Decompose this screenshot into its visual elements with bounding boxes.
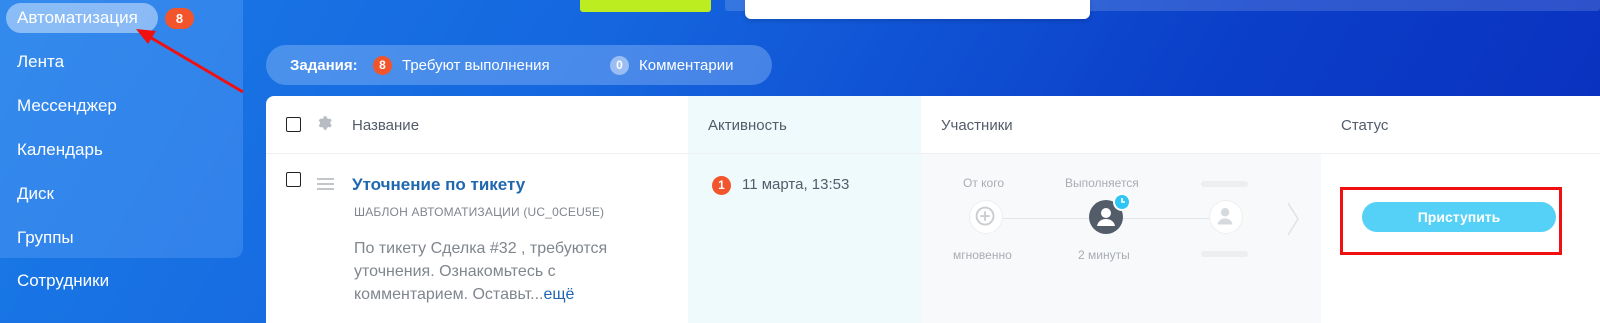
executing-time: 2 минуты <box>1078 248 1130 262</box>
automation-avatar <box>969 200 1003 234</box>
task-template-label: ШАБЛОН АВТОМАТИЗАЦИИ (UC_0CEU5E) <box>354 205 605 219</box>
sidebar-item-disk[interactable]: Диск <box>17 184 54 204</box>
robot-icon <box>975 206 995 226</box>
sidebar-item-groups[interactable]: Группы <box>17 228 74 248</box>
comments-link[interactable]: Комментарии <box>639 57 733 74</box>
select-all-checkbox[interactable] <box>286 117 301 132</box>
divider <box>266 153 1600 154</box>
clock-icon <box>1113 193 1131 211</box>
sidebar-item-calendar[interactable]: Календарь <box>17 140 103 160</box>
header-activity[interactable]: Активность <box>708 117 787 134</box>
header-status[interactable]: Статус <box>1341 117 1388 134</box>
header-participants[interactable]: Участники <box>941 117 1013 134</box>
sidebar: Автоматизация 8 Лента Мессенджер Календа… <box>0 0 243 258</box>
highlight-frame <box>1340 187 1562 255</box>
activity-date: 11 марта, 13:53 <box>742 176 850 193</box>
placeholder-bar <box>1201 251 1248 257</box>
flow-line <box>1003 218 1089 219</box>
task-description: По тикету Сделка #32 , требуются уточнен… <box>354 237 654 306</box>
next-participant-avatar <box>1209 200 1243 234</box>
pending-tasks-link[interactable]: Требуют выполнения <box>402 57 550 74</box>
create-button-fragment[interactable] <box>580 0 711 12</box>
comments-count-badge: 0 <box>610 56 629 75</box>
activity-count-badge: 1 <box>712 176 731 195</box>
tasks-title: Задания: <box>290 57 358 74</box>
popup-fragment <box>745 0 1090 19</box>
row-checkbox[interactable] <box>286 172 301 187</box>
counter-badge: 8 <box>165 8 194 29</box>
header-name[interactable]: Название <box>352 117 419 134</box>
from-label: От кого <box>963 176 1005 190</box>
pending-count-badge: 8 <box>373 56 392 75</box>
flow-line <box>1123 218 1209 219</box>
from-time: мгновенно <box>953 248 1012 262</box>
placeholder-bar <box>1201 181 1248 187</box>
more-link[interactable]: ещё <box>543 286 574 303</box>
gear-icon[interactable] <box>316 115 332 131</box>
sidebar-item-messenger[interactable]: Мессенджер <box>17 96 117 116</box>
sidebar-item-label[interactable]: Автоматизация <box>17 8 138 28</box>
executing-label: Выполняется <box>1065 176 1139 190</box>
sidebar-item-employees[interactable]: Сотрудники <box>17 271 109 291</box>
chevron-right-icon <box>1287 202 1299 236</box>
sidebar-item-feed[interactable]: Лента <box>17 52 64 72</box>
tasks-filter-bar: Задания: 8 Требуют выполнения 0 Коммента… <box>266 45 772 85</box>
task-title-link[interactable]: Уточнение по тикету <box>352 175 525 195</box>
drag-handle-icon[interactable] <box>317 178 334 192</box>
user-placeholder-icon <box>1217 208 1233 225</box>
